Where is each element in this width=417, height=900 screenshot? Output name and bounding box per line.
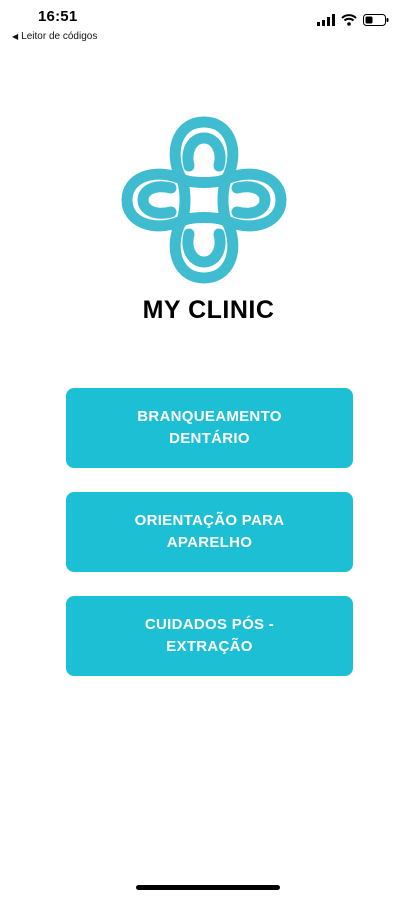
- cellular-signal-icon: [317, 14, 335, 26]
- status-bar: 16:51 ◀ Leitor de códigos: [0, 0, 417, 48]
- post-extraction-care-button-label: CUIDADOS PÓS - EXTRAÇÃO: [144, 616, 275, 655]
- braces-guidance-button[interactable]: ORIENTAÇÃO PARA APARELHO: [66, 492, 353, 572]
- home-indicator[interactable]: [136, 885, 280, 890]
- whitening-button[interactable]: BRANQUEAMENTO DENTÁRIO: [66, 388, 353, 468]
- clinic-logo-icon: [121, 116, 287, 284]
- whitening-button-label: BRANQUEAMENTO DENTÁRIO: [137, 408, 282, 447]
- braces-guidance-button-label: ORIENTAÇÃO PARA APARELHO: [134, 512, 285, 551]
- battery-icon: [363, 14, 389, 26]
- status-time: 16:51: [38, 8, 78, 25]
- post-extraction-care-button[interactable]: CUIDADOS PÓS - EXTRAÇÃO: [66, 596, 353, 676]
- back-link-label: Leitor de códigos: [21, 31, 98, 42]
- status-icons: [317, 14, 389, 26]
- wifi-icon: [341, 14, 357, 26]
- back-arrow-icon: ◀: [12, 32, 19, 41]
- back-to-app-link[interactable]: ◀ Leitor de códigos: [12, 31, 97, 42]
- app-title: MY CLINIC: [142, 296, 275, 324]
